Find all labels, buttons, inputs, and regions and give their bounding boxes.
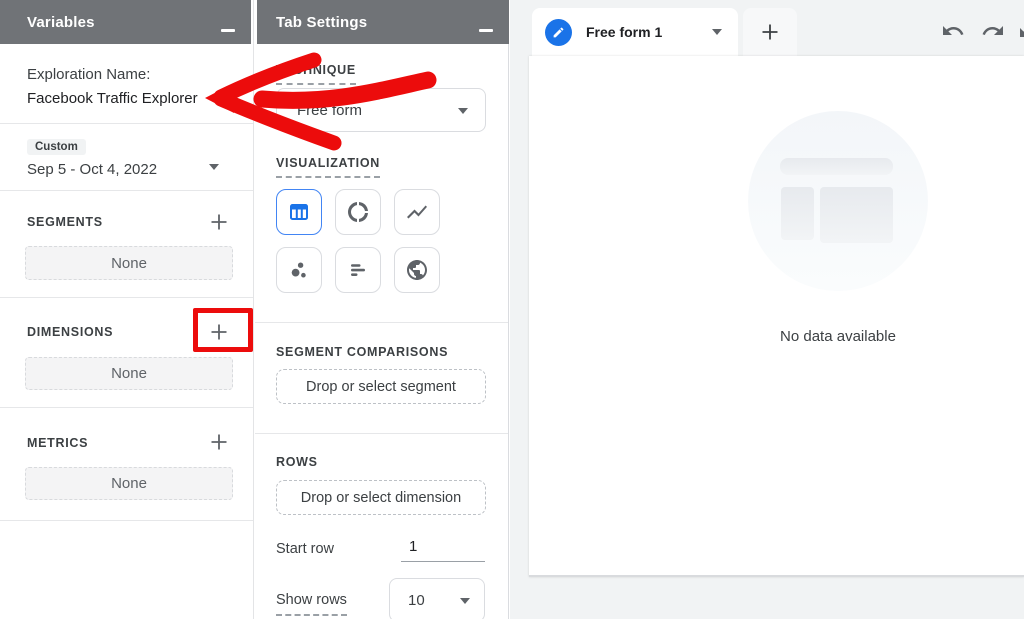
plus-icon [758, 20, 782, 44]
date-range-badge: Custom [27, 139, 86, 155]
undo-icon [941, 19, 965, 43]
technique-label: TECHNIQUE [276, 63, 356, 85]
chevron-down-icon [460, 598, 470, 604]
empty-state-illustration [748, 111, 928, 291]
tab-free-form-1[interactable]: Free form 1 [532, 8, 738, 56]
pencil-icon [545, 19, 572, 46]
ga4-exploration-editor: Variables Exploration Name: Facebook Tra… [0, 0, 1024, 619]
divider [255, 433, 508, 434]
tab-title: Free form 1 [586, 24, 662, 40]
viz-donut-chart-button[interactable] [335, 189, 381, 235]
placeholder-column [781, 187, 814, 240]
table-icon [287, 200, 311, 224]
show-rows-label: Show rows [276, 592, 347, 616]
segments-section-label: SEGMENTS [27, 215, 103, 229]
technique-dropdown[interactable]: Free form [276, 88, 486, 132]
technique-value: Free form [297, 102, 362, 119]
metrics-empty-slot[interactable]: None [25, 467, 233, 500]
add-segments-button[interactable] [208, 211, 230, 233]
start-row-label: Start row [276, 541, 334, 557]
start-row-input[interactable]: 1 [401, 538, 485, 562]
add-metrics-button[interactable] [208, 431, 230, 453]
variables-panel-header: Variables [0, 0, 251, 44]
no-data-message: No data available [688, 328, 988, 345]
tab-settings-panel-header: Tab Settings [257, 0, 509, 44]
visualization-canvas: No data available [529, 56, 1024, 577]
segment-comparisons-label: SEGMENT COMPARISONS [276, 345, 448, 359]
chevron-down-icon [458, 108, 468, 114]
divider [255, 322, 508, 323]
plus-icon [208, 211, 230, 233]
exploration-name-value[interactable]: Facebook Traffic Explorer [27, 90, 198, 107]
metrics-section-label: METRICS [27, 436, 88, 450]
annotation-highlight-box [193, 308, 253, 352]
divider [0, 407, 253, 408]
placeholder-bar [780, 158, 893, 175]
bar-chart-icon [346, 258, 370, 282]
add-tab-button[interactable] [743, 8, 797, 56]
chevron-down-icon[interactable] [209, 164, 219, 170]
show-rows-value: 10 [408, 592, 425, 609]
show-rows-dropdown[interactable]: 10 [389, 578, 485, 619]
chevron-down-icon[interactable] [712, 29, 722, 35]
geo-map-icon [405, 258, 429, 282]
viz-geo-map-button[interactable] [394, 247, 440, 293]
undo-button[interactable] [941, 19, 965, 43]
scatter-plot-icon [287, 258, 311, 282]
line-chart-icon [405, 200, 429, 224]
tab-settings-panel: Tab Settings TECHNIQUE Free form VISUALI… [255, 0, 509, 619]
placeholder-block [820, 187, 893, 243]
divider [0, 190, 253, 191]
dimensions-empty-slot[interactable]: None [25, 357, 233, 390]
toolbar-overflow-icon[interactable] [1018, 21, 1024, 45]
redo-icon [981, 19, 1005, 43]
tab-settings-panel-title: Tab Settings [276, 14, 367, 31]
viz-bar-chart-button[interactable] [335, 247, 381, 293]
donut-chart-icon [346, 200, 370, 224]
rows-drop-zone[interactable]: Drop or select dimension [276, 480, 486, 515]
minimize-icon[interactable] [221, 29, 235, 32]
dimensions-section-label: DIMENSIONS [27, 325, 113, 339]
segments-empty-slot[interactable]: None [25, 246, 233, 280]
segment-drop-zone[interactable]: Drop or select segment [276, 369, 486, 404]
rows-label: ROWS [276, 455, 318, 469]
divider [0, 123, 253, 124]
viz-scatter-plot-button[interactable] [276, 247, 322, 293]
viz-line-chart-button[interactable] [394, 189, 440, 235]
date-range-value[interactable]: Sep 5 - Oct 4, 2022 [27, 161, 157, 178]
plus-icon [208, 431, 230, 453]
divider [0, 297, 253, 298]
variables-panel-title: Variables [27, 14, 95, 31]
visualization-label: VISUALIZATION [276, 156, 380, 178]
viz-table-button[interactable] [276, 189, 322, 235]
canvas-area: Free form 1 No data available [510, 0, 1024, 619]
redo-button[interactable] [981, 19, 1005, 43]
exploration-name-label: Exploration Name: [27, 66, 150, 83]
minimize-icon[interactable] [479, 29, 493, 32]
divider [0, 520, 253, 521]
